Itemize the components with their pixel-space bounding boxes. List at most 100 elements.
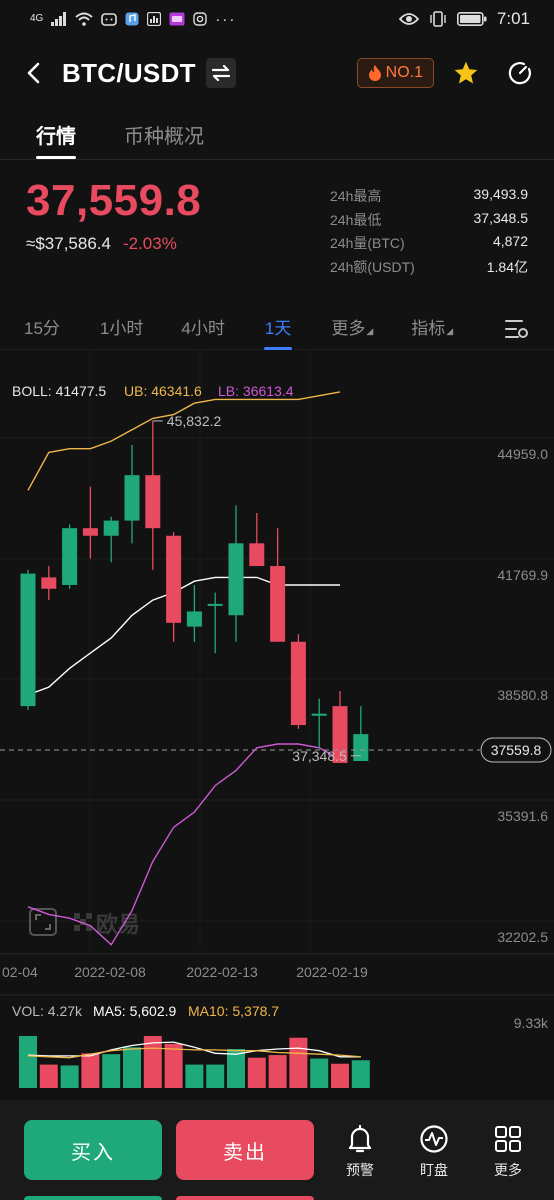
grid-icon <box>495 1126 521 1152</box>
candle-body <box>124 475 140 521</box>
star-icon[interactable] <box>452 59 480 87</box>
price-sub: ≈$37,586.4 -2.03% <box>26 234 201 254</box>
more-button[interactable]: 更多 <box>480 1124 536 1180</box>
candle-body <box>270 566 286 642</box>
back-icon[interactable] <box>20 60 46 86</box>
stat-value: 39,493.9 <box>473 186 529 202</box>
bottom-peek <box>24 1196 314 1200</box>
candle-body <box>249 543 265 567</box>
axis-labels: 44959.0 41769.9 38580.8 35391.6 32202.5 02-04… <box>0 413 552 1031</box>
status-right: 7:01 <box>398 9 530 29</box>
refresh-icon[interactable] <box>506 59 534 87</box>
volume-bar <box>206 1064 225 1088</box>
volume-bar <box>39 1064 58 1088</box>
caret-icon: ◢ <box>366 326 374 336</box>
y-axis-tick: 38580.8 <box>497 687 548 703</box>
y-axis-tick: 32202.5 <box>497 929 548 945</box>
candle-body <box>311 713 327 716</box>
instagram-icon <box>193 12 208 26</box>
high-annotation: 45,832.2 <box>167 413 222 429</box>
clock: 7:01 <box>496 9 530 28</box>
watch-button[interactable]: 盯盘 <box>406 1124 462 1180</box>
stat-label: 24h额(USDT) <box>330 258 415 275</box>
buy-button[interactable]: 买入 <box>24 1120 162 1180</box>
stat-row-amount: 24h额(USDT) 1.84亿 <box>330 257 528 281</box>
y-axis-tick: 44959.0 <box>497 446 548 462</box>
candle-body <box>290 641 306 726</box>
stat-row-low: 24h最低 37,348.5 <box>330 210 528 234</box>
candle-body <box>166 535 182 623</box>
swap-icon[interactable] <box>205 58 236 88</box>
boll-lb-label: LB: 36613.4 <box>218 383 294 399</box>
volume-bars <box>19 1036 370 1088</box>
status-left: 4G ··· <box>30 11 236 28</box>
rank-badge[interactable]: NO.1 <box>356 58 434 88</box>
indicator-menu[interactable]: 指标◢ <box>411 306 453 350</box>
candle-body <box>207 603 223 606</box>
candle-body <box>145 475 161 529</box>
volume-axis-max: 9.33k <box>514 1015 549 1031</box>
stat-row-volume: 24h量(BTC) 4,872 <box>330 233 528 257</box>
tab-coin-overview[interactable]: 币种概况 <box>124 110 204 159</box>
bottom-bar: 买入 卖出 预警 盯盘 更多 <box>0 1100 554 1200</box>
chart-area[interactable]: 欧易 44959.0 41769.9 38580.8 35391.6 32202.5 02… <box>0 350 554 1100</box>
x-axis-tick: 02-04 <box>2 964 38 980</box>
stat-value: 37,348.5 <box>473 209 529 226</box>
video-app-icon <box>169 12 185 26</box>
header: BTC/USDT NO.1 <box>0 42 554 104</box>
stat-label: 24h最高 <box>330 188 382 204</box>
candle-body <box>228 543 244 616</box>
stats-panel: 24h最高 39,493.9 24h最低 37,348.5 24h量(BTC) 4,8… <box>330 186 528 280</box>
watch-label: 盯盘 <box>420 1162 448 1178</box>
candle-body <box>20 573 36 707</box>
sell-button[interactable]: 卖出 <box>176 1120 314 1180</box>
boll-ub-label: UB: 46341.6 <box>124 383 202 399</box>
candles <box>20 420 369 763</box>
volume-bar <box>185 1064 204 1088</box>
eye-icon <box>398 13 419 25</box>
candle-body <box>353 734 369 762</box>
volume-bar <box>351 1060 370 1088</box>
volume-bar <box>60 1065 79 1088</box>
vibrate-icon <box>430 11 446 27</box>
vol-ma5-label: MA5: 5,602.9 <box>93 1003 176 1019</box>
interval-more[interactable]: 更多◢ <box>331 306 373 350</box>
alert-button[interactable]: 预警 <box>332 1124 388 1180</box>
interval-15m[interactable]: 15分 <box>24 306 60 350</box>
interval-more-label: 更多 <box>331 319 366 338</box>
interval-4h[interactable]: 4小时 <box>181 306 224 350</box>
interval-1h[interactable]: 1小时 <box>100 306 143 350</box>
pair-title[interactable]: BTC/USDT <box>62 58 196 89</box>
interval-bar: 15分 1小时 4小时 1天 更多◢ 指标◢ <box>0 306 554 350</box>
okx-logo-icon <box>74 913 92 931</box>
rank-label: NO.1 <box>385 64 423 81</box>
volume-ma-lines <box>27 1041 361 1059</box>
music-app-icon <box>125 12 139 26</box>
price-block: 37,559.8 ≈$37,586.4 -2.03% <box>26 176 201 254</box>
last-price: 37,559.8 <box>26 176 202 225</box>
stat-value: 1.84亿 <box>486 258 528 275</box>
volume-bar <box>268 1055 287 1088</box>
chart-settings-icon[interactable] <box>504 316 530 342</box>
boll-ub-line <box>27 391 341 491</box>
volume-bar <box>289 1037 308 1088</box>
candle-body <box>103 520 119 536</box>
candlestick-chart[interactable]: 欧易 44959.041769.938580.835391.632202.502… <box>0 350 554 1100</box>
stat-row-high: 24h最高 39,493.9 <box>330 186 528 210</box>
y-axis-tick: 41769.9 <box>497 567 548 583</box>
interval-1d[interactable]: 1天 <box>263 306 293 350</box>
tab-market[interactable]: 行情 <box>36 110 76 159</box>
volume-bar <box>247 1057 266 1088</box>
volume-bar <box>164 1043 183 1088</box>
vol-ma10-label: MA10: 5,378.7 <box>188 1003 279 1019</box>
status-bar: 4G ··· 7:01 <box>0 0 554 38</box>
pulse-icon <box>420 1125 448 1153</box>
stat-label: 24h量(BTC) <box>330 235 405 251</box>
y-axis-tick: 35391.6 <box>497 808 548 824</box>
wifi-icon <box>75 12 94 26</box>
network-type: 4G <box>30 13 44 24</box>
alert-label: 预警 <box>346 1162 374 1178</box>
battery-icon <box>456 12 487 26</box>
more-label: 更多 <box>494 1162 522 1178</box>
volume-bar <box>102 1054 121 1088</box>
